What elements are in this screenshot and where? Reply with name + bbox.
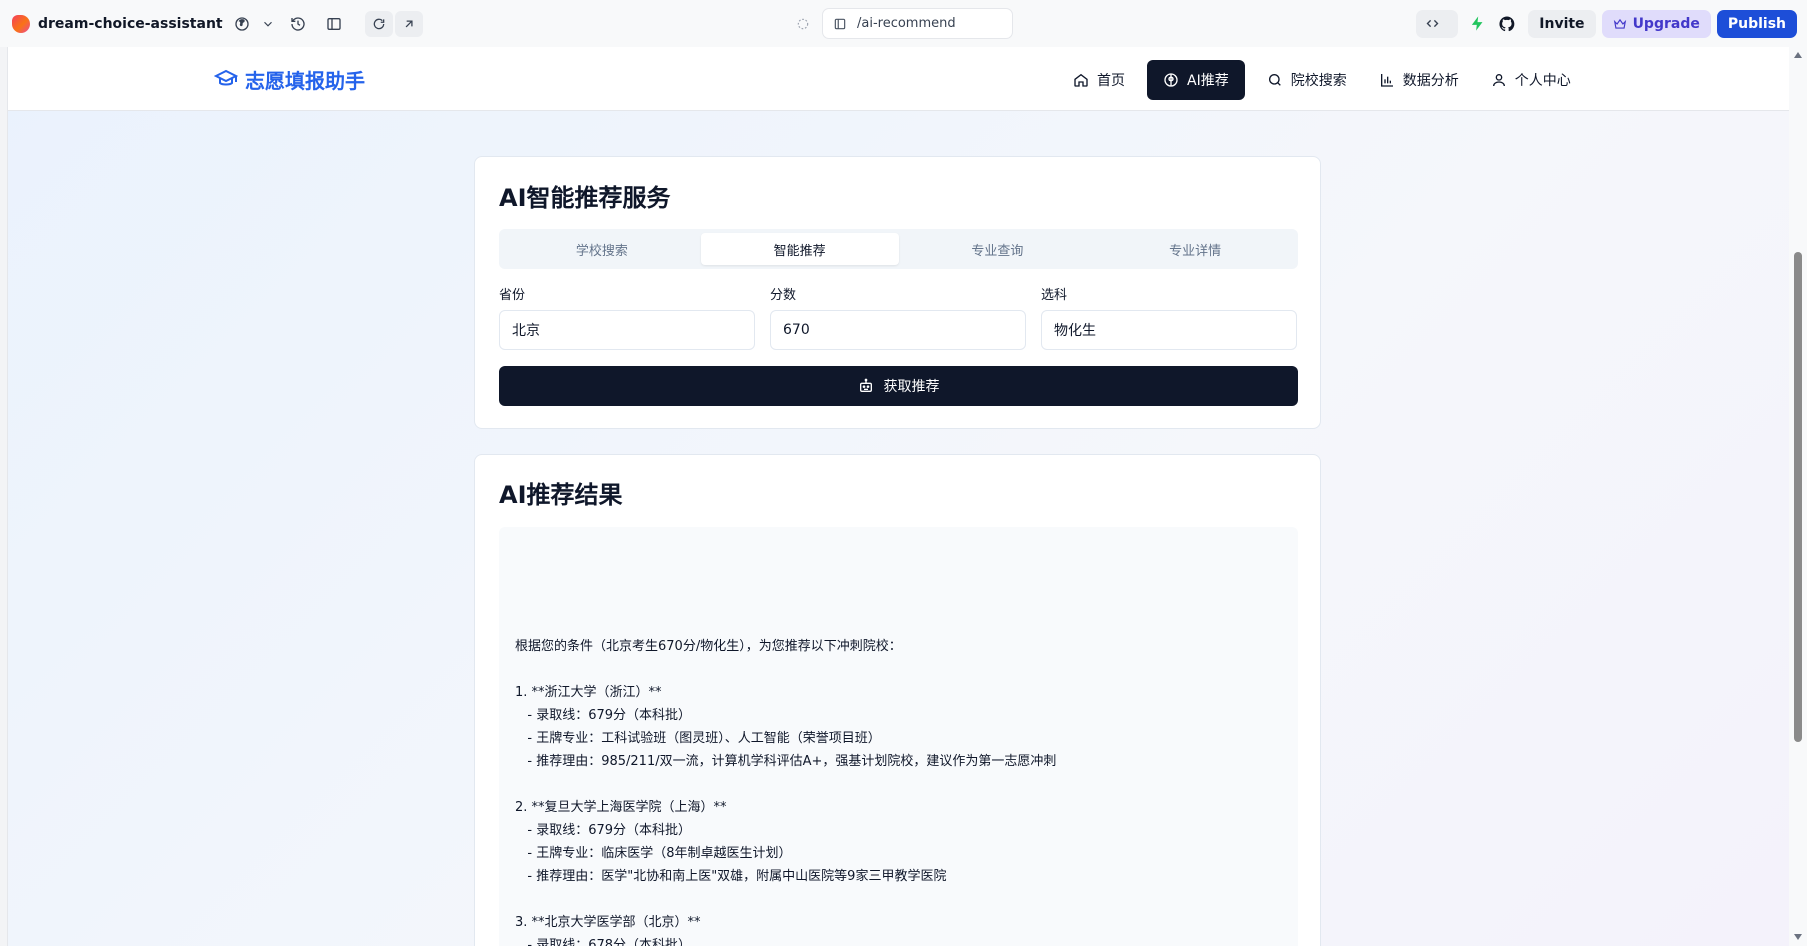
nav-item-profile[interactable]: 个人中心 bbox=[1475, 60, 1587, 100]
open-external-button[interactable] bbox=[394, 10, 423, 37]
search-icon bbox=[1268, 74, 1281, 86]
nav-label: 数据分析 bbox=[1402, 73, 1459, 89]
nav-label: AI推荐 bbox=[1187, 73, 1229, 89]
history-icon[interactable] bbox=[287, 13, 309, 35]
result-line: 1. **浙江大学（浙江）** bbox=[515, 685, 662, 700]
result-line: 2. **复旦大学上海医学院（上海）** bbox=[515, 800, 727, 815]
recommend-result-card: AI推荐结果 根据您的条件（北京考生670分/物化生），为您推荐以下冲刺院校： … bbox=[474, 454, 1321, 946]
result-line: - 推荐理由：985/211/双一流，计算机学科评估A+，强基计划院校，建议作为… bbox=[515, 754, 1057, 769]
result-line: - 录取线：679分（本科批） bbox=[515, 708, 692, 723]
scroll-down-arrow-icon[interactable] bbox=[1794, 934, 1802, 940]
result-line bbox=[515, 888, 1282, 911]
nav-item-ai-recommend[interactable]: AI推荐 bbox=[1147, 60, 1245, 100]
result-line bbox=[515, 658, 1282, 681]
site-brand[interactable]: 志愿填报助手 bbox=[214, 47, 365, 111]
invite-button[interactable]: Invite bbox=[1528, 9, 1596, 38]
chevron-down-icon[interactable] bbox=[261, 13, 275, 35]
result-line: - 录取线：678分（本科批） bbox=[515, 938, 692, 946]
tab-major-query[interactable]: 专业查询 bbox=[899, 233, 1097, 265]
result-title: AI推荐结果 bbox=[499, 481, 623, 509]
province-label: 省份 bbox=[499, 288, 526, 303]
app-logo[interactable] bbox=[12, 14, 30, 33]
upgrade-label: Upgrade bbox=[1632, 15, 1700, 32]
nav-label: 首页 bbox=[1097, 73, 1125, 89]
result-line: - 王牌专业：临床医学（8年制卓越医生计划） bbox=[515, 846, 792, 861]
province-input[interactable] bbox=[499, 310, 755, 350]
code-icon bbox=[1426, 19, 1439, 28]
crown-icon bbox=[1613, 18, 1626, 29]
brain-icon bbox=[1164, 73, 1178, 87]
home-icon bbox=[1074, 73, 1088, 87]
refresh-button[interactable] bbox=[364, 10, 393, 37]
score-label: 分数 bbox=[770, 288, 797, 303]
service-title: AI智能推荐服务 bbox=[499, 184, 671, 212]
project-name[interactable]: dream-choice-assistant bbox=[38, 16, 223, 32]
nav-item-school-search[interactable]: 院校搜索 bbox=[1251, 60, 1363, 100]
code-view-button[interactable] bbox=[1416, 9, 1459, 38]
publish-button[interactable]: Publish bbox=[1716, 9, 1797, 38]
loading-spinner-icon bbox=[794, 15, 812, 33]
user-icon bbox=[1492, 74, 1505, 87]
preview-scrollbar[interactable] bbox=[1789, 47, 1807, 946]
sidebar-toggle-icon[interactable] bbox=[323, 13, 345, 35]
recommend-service-card: AI智能推荐服务 学校搜索 智能推荐 专业查询 专业详情 省份 分数 选科 获取… bbox=[474, 156, 1321, 429]
brand-name: 志愿填报助手 bbox=[245, 68, 365, 93]
get-recommendation-label: 获取推荐 bbox=[883, 379, 940, 395]
scroll-thumb[interactable] bbox=[1794, 252, 1802, 742]
bar-chart-icon bbox=[1380, 74, 1393, 87]
result-content: 根据您的条件（北京考生670分/物化生），为您推荐以下冲刺院校： 1. **浙江… bbox=[499, 527, 1298, 946]
scroll-up-arrow-icon[interactable] bbox=[1794, 52, 1802, 58]
github-icon[interactable] bbox=[1496, 10, 1518, 38]
tab-school-search[interactable]: 学校搜索 bbox=[503, 233, 701, 265]
result-line: - 王牌专业：工科试验班（图灵班）、人工智能（荣誉项目班） bbox=[515, 731, 881, 746]
result-line: - 录取线：679分（本科批） bbox=[515, 823, 692, 838]
upgrade-button[interactable]: Upgrade bbox=[1601, 9, 1711, 38]
get-recommendation-button[interactable]: 获取推荐 bbox=[499, 366, 1298, 406]
url-bar[interactable]: /ai-recommend bbox=[822, 8, 1013, 39]
site-nav: 首页 AI推荐 院校搜索 数据分析 个人中心 bbox=[1057, 60, 1587, 100]
score-field: 分数 bbox=[770, 288, 1026, 350]
preview-frame: 志愿填报助手 首页 AI推荐 院校搜索 数据分析 个人中心 AI智能推荐服务 学… bbox=[7, 47, 1789, 946]
result-line: 3. **北京大学医学部（北京）** bbox=[515, 915, 701, 930]
site-header: 志愿填报助手 首页 AI推荐 院校搜索 数据分析 个人中心 bbox=[8, 47, 1789, 111]
nav-label: 院校搜索 bbox=[1290, 73, 1347, 89]
result-line: 根据您的条件（北京考生670分/物化生），为您推荐以下冲刺院校： bbox=[515, 639, 902, 654]
nav-item-data-analysis[interactable]: 数据分析 bbox=[1363, 60, 1475, 100]
province-field: 省份 bbox=[499, 288, 755, 350]
result-line: - 推荐理由：医学"北协和南上医"双雄，附属中山医院等9家三甲教学医院 bbox=[515, 869, 947, 884]
url-path: /ai-recommend bbox=[857, 16, 956, 31]
globe-icon[interactable] bbox=[231, 13, 253, 35]
service-tabs: 学校搜索 智能推荐 专业查询 专业详情 bbox=[499, 229, 1298, 269]
tab-smart-recommend[interactable]: 智能推荐 bbox=[700, 233, 899, 265]
score-input[interactable] bbox=[770, 310, 1026, 350]
subjects-field: 选科 bbox=[1041, 288, 1297, 350]
subjects-label: 选科 bbox=[1041, 288, 1068, 303]
robot-icon bbox=[859, 378, 872, 392]
nav-item-home[interactable]: 首页 bbox=[1057, 60, 1141, 100]
bolt-icon[interactable] bbox=[1466, 10, 1488, 38]
editor-toolbar: dream-choice-assistant /ai-recommend Inv… bbox=[0, 0, 1807, 47]
graduation-cap-icon bbox=[214, 69, 238, 86]
result-line bbox=[515, 773, 1282, 796]
nav-label: 个人中心 bbox=[1514, 73, 1571, 89]
tab-major-detail[interactable]: 专业详情 bbox=[1096, 233, 1294, 265]
page-icon bbox=[834, 18, 846, 29]
subjects-input[interactable] bbox=[1041, 310, 1297, 350]
